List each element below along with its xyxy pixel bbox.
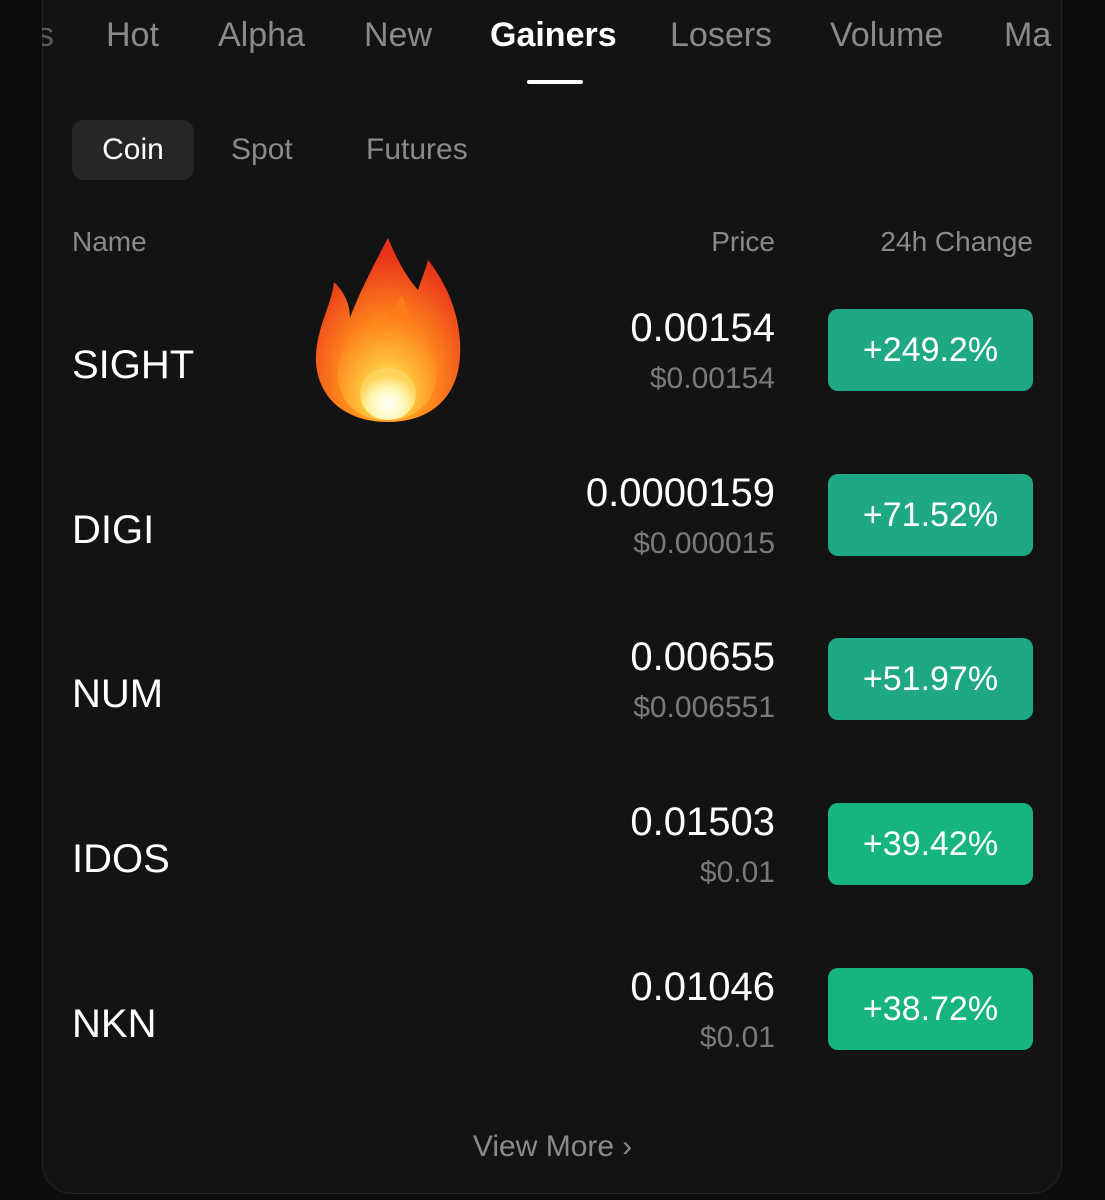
- coin-price: 0.0000159: [585, 471, 775, 515]
- coin-symbol: SIGHT: [72, 343, 195, 387]
- tab-alpha[interactable]: Alpha: [218, 14, 305, 56]
- subtab-coin[interactable]: Coin: [72, 120, 194, 180]
- coin-symbol: NUM: [72, 672, 164, 716]
- chevron-right-icon: ›: [622, 1130, 633, 1163]
- tab-hot[interactable]: Hot: [106, 14, 159, 56]
- tab-clipped-left[interactable]: s: [42, 14, 54, 64]
- subtab-spot[interactable]: Spot: [231, 120, 293, 180]
- coin-price: 0.01046: [630, 965, 775, 1009]
- table-row[interactable]: DIGI 0.0000159 $0.000015 +71.52%: [0, 471, 1105, 631]
- table-row[interactable]: NKN 0.01046 $0.01 +38.72%: [0, 965, 1105, 1125]
- coin-symbol: DIGI: [72, 508, 155, 552]
- change-badge[interactable]: +71.52%: [828, 474, 1033, 556]
- coin-price: 0.00154: [630, 306, 775, 350]
- column-header-price[interactable]: Price: [711, 226, 775, 258]
- tab-losers[interactable]: Losers: [670, 14, 772, 56]
- tab-volume[interactable]: Volume: [830, 14, 943, 56]
- coin-symbol: NKN: [72, 1002, 157, 1046]
- table-row[interactable]: NUM 0.00655 $0.006551 +51.97%: [0, 635, 1105, 795]
- coin-price: 0.00655: [630, 635, 775, 679]
- coin-usd-price: $0.01: [699, 1021, 775, 1054]
- coin-usd-price: $0.01: [699, 856, 775, 889]
- view-more-label: View More: [472, 1130, 615, 1163]
- change-badge[interactable]: +51.97%: [828, 638, 1033, 720]
- table-row[interactable]: SIGHT 0.00154 $0.00154 +249.2%: [0, 306, 1105, 466]
- column-header-change[interactable]: 24h Change: [880, 226, 1033, 258]
- tab-gainers[interactable]: Gainers: [490, 14, 617, 56]
- coin-price: 0.01503: [630, 800, 775, 844]
- subtab-futures[interactable]: Futures: [366, 120, 468, 180]
- tab-clipped-right[interactable]: Ma: [1004, 14, 1062, 64]
- change-badge[interactable]: +38.72%: [828, 968, 1033, 1050]
- column-header-name[interactable]: Name: [72, 226, 147, 258]
- tab-new[interactable]: New: [364, 14, 432, 56]
- coin-symbol: IDOS: [72, 837, 170, 881]
- change-badge[interactable]: +249.2%: [828, 309, 1033, 391]
- tab-market-cap-partial: Ma: [1004, 16, 1052, 54]
- coin-usd-price: $0.000015: [633, 527, 775, 560]
- active-tab-indicator: [527, 80, 583, 84]
- view-more-link[interactable]: View More ›: [0, 1130, 1105, 1164]
- table-row[interactable]: IDOS 0.01503 $0.01 +39.42%: [0, 800, 1105, 960]
- change-badge[interactable]: +39.42%: [828, 803, 1033, 885]
- market-tabs: s Hot Alpha New Gainers Losers Volume Ma: [0, 0, 1105, 90]
- coin-usd-price: $0.006551: [633, 691, 775, 724]
- coin-usd-price: $0.00154: [649, 362, 775, 395]
